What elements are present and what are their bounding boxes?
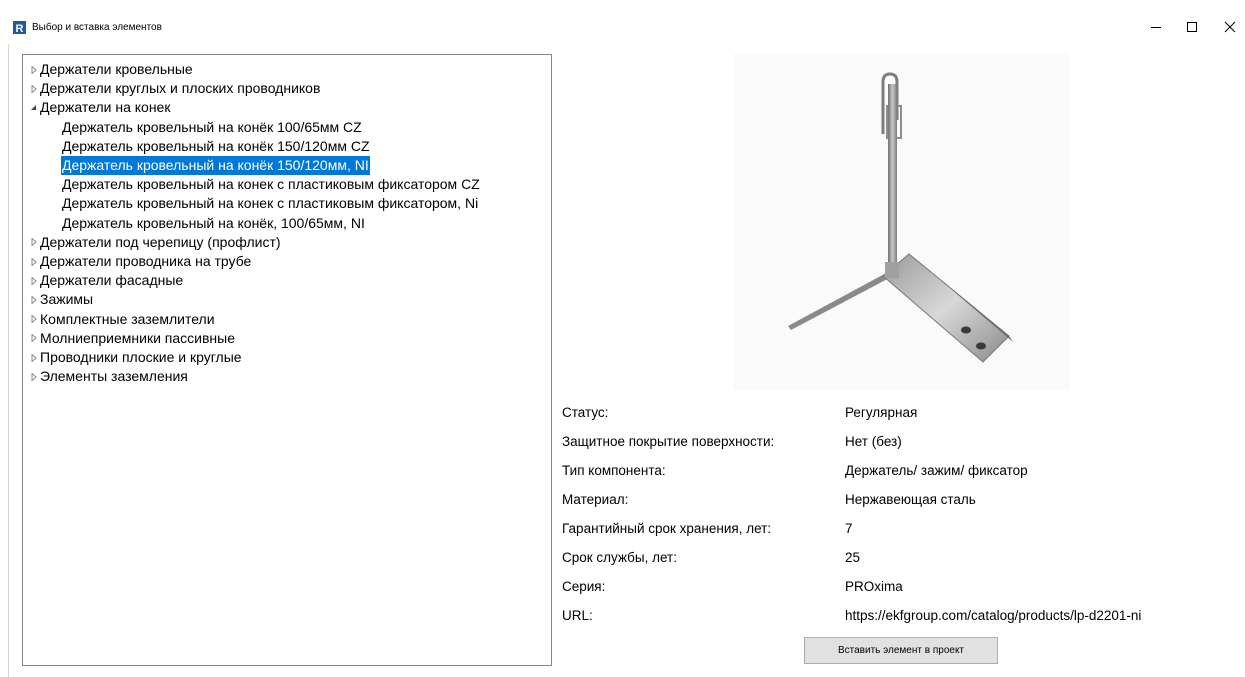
property-name: Защитное покрытие поверхности: <box>562 434 775 449</box>
plate-hole <box>976 342 986 350</box>
tree-item[interactable]: Держатель кровельный на конёк 150/120мм … <box>23 137 551 156</box>
tree-category[interactable]: Держатели под черепицу (профлист) <box>23 233 551 252</box>
property-row: Тип компонента: Держатель/ зажим/ фиксато… <box>562 461 1245 481</box>
collapsed-arrow-icon[interactable] <box>29 271 38 290</box>
tree-item-label: Держатели проводника на трубе <box>40 253 252 269</box>
property-value: Нет (без) <box>845 434 902 449</box>
window-title: Выбор и вставка элементов <box>32 22 162 33</box>
tree-item-label: Молниеприемники пассивные <box>40 329 235 346</box>
tree-item-label: Держатель кровельный на конёк 150/120мм … <box>62 137 370 154</box>
tree-item[interactable]: Держатель кровельный на конёк 150/120мм,… <box>23 156 551 175</box>
app-logo-icon: R <box>13 21 26 34</box>
tree-item-label: Держатели круглых и плоских проводников <box>40 80 321 97</box>
maximize-icon <box>1187 22 1197 32</box>
collapsed-arrow-icon[interactable] <box>29 252 38 271</box>
close-button[interactable] <box>1210 12 1245 42</box>
property-value: https://ekfgroup.com/catalog/products/lp… <box>845 608 1142 623</box>
tree-item[interactable]: Держатель кровельный на конёк, 100/65мм,… <box>23 214 551 233</box>
property-row: Серия: PROxima <box>562 577 1245 597</box>
tree-category[interactable]: Держатели круглых и плоских проводников <box>23 79 551 98</box>
property-name: Статус: <box>562 405 609 420</box>
tree-item-label: Держатель кровельный на конёк 100/65мм C… <box>62 118 362 135</box>
property-row: Статус: Регулярная <box>562 403 1245 423</box>
tree-item-label: Элементы заземления <box>40 368 188 385</box>
tree-category[interactable]: Держатели на конек <box>23 98 551 117</box>
product-image <box>733 54 1069 390</box>
tree-item-label: Проводники плоские и круглые <box>40 349 242 365</box>
property-value: 25 <box>845 550 861 565</box>
property-row: URL: https://ekfgroup.com/catalog/product… <box>562 606 1245 626</box>
property-row: Гарантийный срок хранения, лет: 7 <box>562 519 1245 539</box>
tree-item[interactable]: Держатель кровельный на конек с пластико… <box>23 194 551 213</box>
tree-item-label: Держатель кровельный на конёк, 100/65мм,… <box>62 214 365 231</box>
tree-item-label: Держатель кровельный на конек с пластико… <box>62 195 479 212</box>
collapsed-arrow-icon[interactable] <box>29 233 38 252</box>
holder-strap <box>788 272 893 330</box>
tree-category[interactable]: Держатели фасадные <box>23 271 551 290</box>
tree-category[interactable]: Держатели проводника на трубе <box>23 252 551 271</box>
property-row: Срок службы, лет: 25 <box>562 548 1245 568</box>
collapsed-arrow-icon[interactable] <box>29 367 38 386</box>
property-name: Материал: <box>562 492 629 507</box>
tree-item-label: Держатель кровельный на конек с пластико… <box>62 176 480 193</box>
category-tree[interactable]: Держатели кровельные Держатели круглых и … <box>22 54 552 666</box>
tree-item-label: Держатели под черепицу (профлист) <box>40 233 281 250</box>
tree-category[interactable]: Зажимы <box>23 290 551 309</box>
property-value: Нержавеющая сталь <box>845 492 976 507</box>
close-icon <box>1224 21 1236 33</box>
tree-item-label: Держатели на конек <box>40 99 171 116</box>
tree-item[interactable]: Держатель кровельный на конёк 100/65мм C… <box>23 118 551 137</box>
property-name: Гарантийный срок хранения, лет: <box>562 521 772 536</box>
collapsed-arrow-icon[interactable] <box>29 310 38 329</box>
tree-category[interactable]: Элементы заземления <box>23 367 551 386</box>
collapsed-arrow-icon[interactable] <box>29 329 38 348</box>
tree-item[interactable]: Держатель кровельный на конек с пластико… <box>23 175 551 194</box>
tree-category[interactable]: Проводники плоские и круглые <box>23 348 551 367</box>
property-value: Регулярная <box>845 405 918 420</box>
collapsed-arrow-icon[interactable] <box>29 60 38 79</box>
minimize-icon <box>1151 27 1161 28</box>
tree-category[interactable]: Молниеприемники пассивные <box>23 329 551 348</box>
plate-hole <box>961 326 971 334</box>
window-border <box>8 44 9 677</box>
tree-item-label: Держатели фасадные <box>40 272 184 289</box>
tree-item-label: Комплектные заземлители <box>40 310 215 327</box>
property-value: PROxima <box>845 579 903 594</box>
collapsed-arrow-icon[interactable] <box>29 348 38 367</box>
tree-item-label: Держатели кровельные <box>40 61 193 77</box>
property-row: Защитное покрытие поверхности: Нет (без) <box>562 432 1245 452</box>
insert-element-button[interactable]: Вставить элемент в проект <box>804 637 998 664</box>
maximize-button[interactable] <box>1172 12 1212 42</box>
property-name: Срок службы, лет: <box>562 550 677 565</box>
expanded-arrow-icon[interactable] <box>29 98 38 117</box>
collapsed-arrow-icon[interactable] <box>29 290 38 309</box>
property-name: Серия: <box>562 579 606 594</box>
minimize-button[interactable] <box>1136 12 1176 42</box>
holder-post <box>888 84 897 276</box>
tree-item-label: Держатель кровельный на конёк 150/120мм,… <box>61 156 370 175</box>
title-bar: R Выбор и вставка элементов <box>0 0 1245 44</box>
property-name: Тип компонента: <box>562 463 666 478</box>
property-name: URL: <box>562 608 593 623</box>
property-value: Держатель/ зажим/ фиксатор <box>845 463 1028 478</box>
app-logo-letter: R <box>16 23 24 34</box>
tree-category[interactable]: Комплектные заземлители <box>23 310 551 329</box>
holder-base-plate <box>882 253 1010 363</box>
property-value: 7 <box>845 521 853 536</box>
tree-item-label: Зажимы <box>40 291 94 308</box>
property-row: Материал: Нержавеющая сталь <box>562 490 1245 510</box>
collapsed-arrow-icon[interactable] <box>29 79 38 98</box>
tree-category[interactable]: Держатели кровельные <box>23 60 551 79</box>
